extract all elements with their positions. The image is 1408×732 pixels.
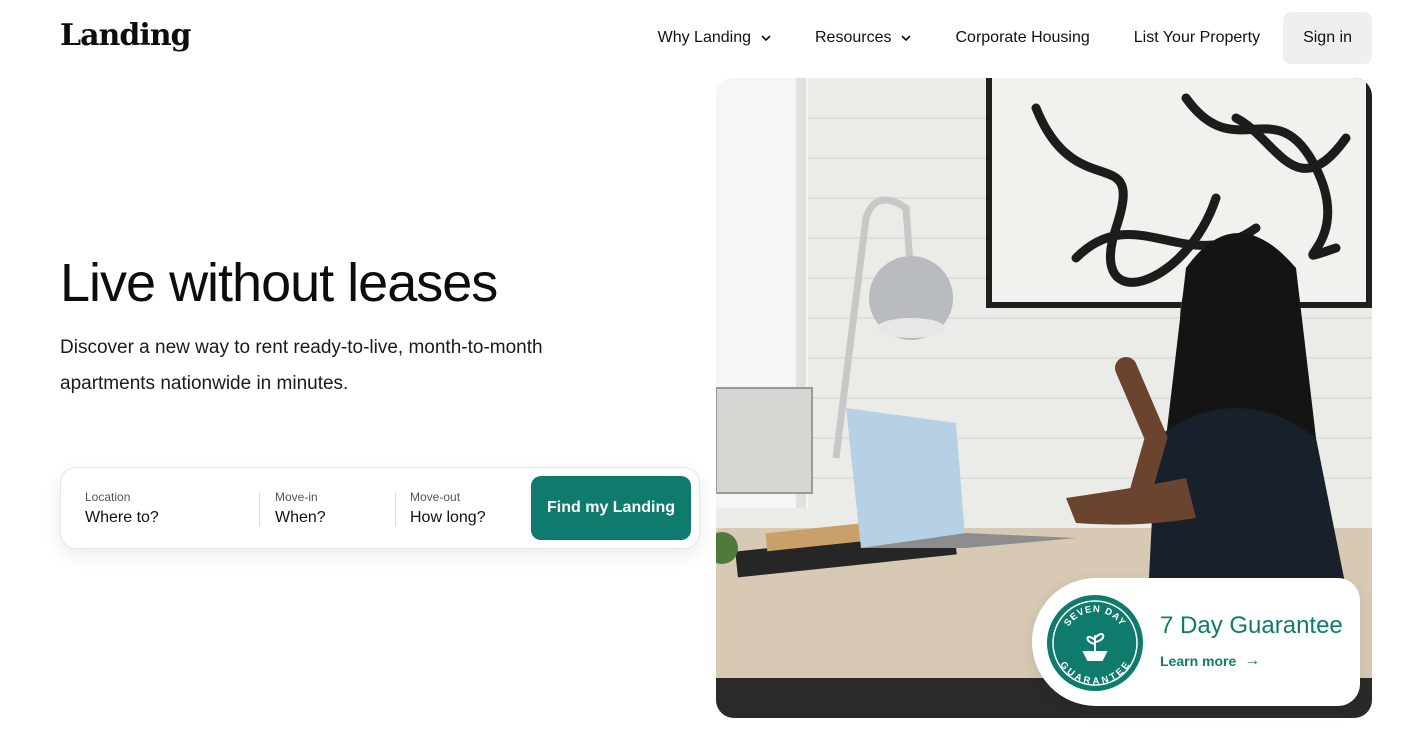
location-input[interactable]: Where to? [85,509,159,527]
move-out-label: Move-out [410,490,461,504]
field-divider [395,492,396,526]
location-field[interactable]: Location Where to? [85,490,159,527]
location-label: Location [85,490,131,504]
hero-title: Live without leases [60,253,498,313]
nav-why-landing-label: Why Landing [657,29,751,46]
move-out-field[interactable]: Move-out How long? [410,490,486,527]
main-nav: Why Landing Resources Corporate Housing … [614,12,1372,64]
guarantee-title: 7 Day Guarantee [1160,612,1343,639]
learn-more-label: Learn more [1160,653,1237,669]
seven-day-guarantee-seal: SEVEN DAY GUARANTEE [1047,595,1143,691]
sign-in-button[interactable]: Sign in [1283,12,1372,64]
find-my-landing-button[interactable]: Find my Landing [531,476,691,540]
chevron-down-icon [901,33,911,43]
move-in-input[interactable]: When? [275,509,326,527]
chevron-down-icon [761,33,771,43]
hero-subtitle: Discover a new way to rent ready-to-live… [60,337,543,394]
field-divider [259,492,260,526]
arrow-right-icon: → [1244,652,1261,669]
guarantee-card[interactable]: SEVEN DAY GUARANTEE 7 Day Guarantee Lear… [1032,578,1360,706]
landing-logo[interactable]: Landing [60,18,192,53]
search-bar: Location Where to? Move-in When? Move-ou… [60,467,700,549]
nav-corporate-housing[interactable]: Corporate Housing [955,29,1089,47]
move-in-label: Move-in [275,490,318,504]
nav-why-landing[interactable]: Why Landing [658,29,771,47]
nav-list-property[interactable]: List Your Property [1134,29,1260,47]
move-in-field[interactable]: Move-in When? [275,490,326,527]
move-out-input[interactable]: How long? [410,509,486,527]
nav-resources[interactable]: Resources [815,29,911,47]
learn-more-link[interactable]: Learn more → [1160,652,1260,670]
nav-resources-label: Resources [815,29,892,46]
